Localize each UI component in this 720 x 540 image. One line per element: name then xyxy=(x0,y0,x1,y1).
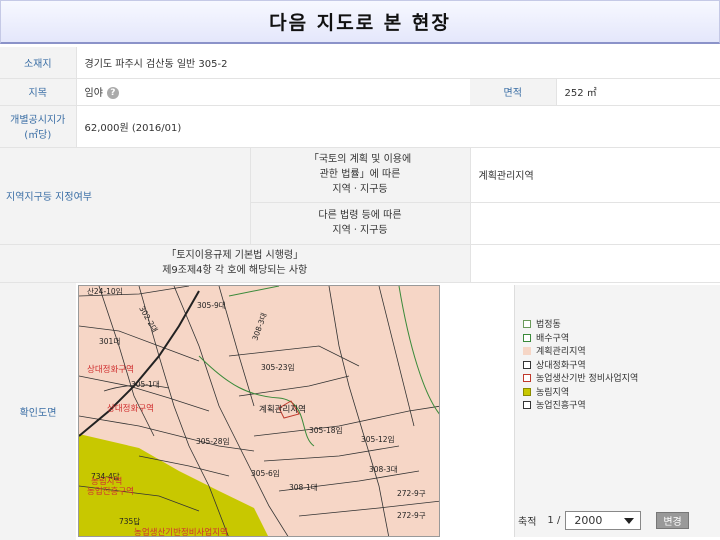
zoning-sub2-line2: 지역ㆍ지구등 xyxy=(332,225,388,236)
land-category-label: 지목 xyxy=(0,78,77,106)
scale-control: 축적 1 / 2000 변경 xyxy=(518,511,689,530)
parcel-label: 305-18임 xyxy=(309,426,342,435)
legend-label: 농림지역 xyxy=(536,387,570,398)
zone-label: 농업진흥구역 xyxy=(87,486,134,497)
legend-swatch-icon xyxy=(523,320,531,328)
official-price-row: 개별공시지가 (㎡당) 62,000원 (2016/01) xyxy=(0,105,720,148)
area-label: 면적 xyxy=(470,78,557,106)
map-canvas: 산24-10임 302-2대 301대 305-1대 305-9대 308-3대… xyxy=(79,286,439,537)
zoning-sub1-label: 「국토의 계획 및 이용에 관한 법률」에 따른 지역ㆍ지구등 xyxy=(250,147,471,203)
zone-label: 계획관리지역 xyxy=(259,404,306,415)
legend-label: 계획관리지역 xyxy=(536,347,586,357)
land-category-cell: 임야? xyxy=(76,78,470,106)
map-section: 확인도면 산24-10임 302-2대 301대 305-1대 305-9대 3… xyxy=(0,283,720,540)
zone-label: 상대정화구역 xyxy=(87,364,134,375)
zoning-sub2-line1: 다른 법령 등에 따른 xyxy=(318,210,402,221)
scale-prefix: 1 / xyxy=(547,515,561,526)
legend-label: 법정동 xyxy=(536,320,561,330)
zone-label: 상대정화구역 xyxy=(107,403,154,414)
legend-panel: 법정동 배수구역 계획관리지역 상대정화구역 농업생산기반 정비사업지역 농림지… xyxy=(514,285,720,537)
location-label: 소재지 xyxy=(0,47,77,79)
area-value: 252 ㎡ xyxy=(556,78,720,106)
parcel-label: 301대 xyxy=(99,337,120,346)
legend-label: 농업생산기반 정비사업지역 xyxy=(536,374,639,384)
scale-value: 2000 xyxy=(574,514,603,527)
legend-item: 배수구역 xyxy=(523,333,638,347)
zoning-sub2-value xyxy=(470,202,720,245)
official-price-label: 개별공시지가 (㎡당) xyxy=(0,105,77,148)
legend-swatch-icon xyxy=(523,401,531,409)
parcel-label: 305-23임 xyxy=(261,363,294,372)
zone-label: 농업생산기반정비사업지역 xyxy=(134,527,228,537)
legend-label: 상대정화구역 xyxy=(536,360,586,371)
land-category-row: 지목 임야? 면적 252 ㎡ xyxy=(0,78,720,106)
location-row: 소재지 경기도 파주시 검산동 일반 305-2 xyxy=(0,47,720,79)
legend-item: 법정동 xyxy=(523,319,638,333)
zoning-sub1-value: 계획관리지역 xyxy=(470,147,720,203)
parcel-label: 305-1대 xyxy=(131,380,160,389)
legend-swatch-icon xyxy=(523,333,531,342)
parcel-label: 272-9구 xyxy=(397,511,426,520)
regulation-line1: 「토지이용규제 기본법 시행령」 xyxy=(166,250,304,261)
zone-label: 농림지역 xyxy=(91,476,122,487)
legend-item: 농업진흥구역 xyxy=(523,400,638,414)
land-info-table: 소재지 경기도 파주시 검산동 일반 305-2 지목 임야? 면적 252 ㎡… xyxy=(0,47,720,283)
legend-swatch-icon xyxy=(523,387,531,396)
legend-swatch-icon xyxy=(523,374,531,382)
zoning-sub2-label: 다른 법령 등에 따른 지역ㆍ지구등 xyxy=(250,202,471,245)
official-price-label-line1: 개별공시지가 xyxy=(10,115,66,126)
land-category-value: 임야 xyxy=(84,88,103,99)
parcel-label: 산24-10임 xyxy=(87,286,123,296)
zoning-row-1: 지역지구등 지정여부 「국토의 계획 및 이용에 관한 법률」에 따른 지역ㆍ지… xyxy=(0,147,720,245)
official-price-value: 62,000원 (2016/01) xyxy=(76,105,720,148)
chevron-down-icon xyxy=(624,517,635,524)
cadastral-map[interactable]: 산24-10임 302-2대 301대 305-1대 305-9대 308-3대… xyxy=(78,285,440,537)
parcel-label: 308-1대 xyxy=(289,483,318,492)
regulation-label: 「토지이용규제 기본법 시행령」 제9조제4항 각 호에 해당되는 사항 xyxy=(0,244,471,283)
parcel-label: 305-12임 xyxy=(361,435,394,444)
regulation-value xyxy=(470,244,720,283)
parcel-label: 272-9구 xyxy=(397,489,426,498)
zoning-sub1-line3: 지역ㆍ지구등 xyxy=(332,184,388,195)
location-value: 경기도 파주시 검산동 일반 305-2 xyxy=(76,47,720,79)
legend-swatch-icon xyxy=(523,360,531,369)
legend-item: 상대정화구역 xyxy=(523,360,638,374)
change-scale-button[interactable]: 변경 xyxy=(656,512,689,529)
legend-item: 농업생산기반 정비사업지역 xyxy=(523,373,638,387)
official-price-label-line2: (㎡당) xyxy=(24,130,52,141)
legend-swatch-icon xyxy=(523,347,531,355)
help-icon[interactable]: ? xyxy=(106,87,119,99)
regulation-row: 「토지이용규제 기본법 시행령」 제9조제4항 각 호에 해당되는 사항 xyxy=(0,244,720,283)
legend-item: 계획관리지역 xyxy=(523,346,638,360)
zoning-sub1-line1: 「국토의 계획 및 이용에 xyxy=(308,154,412,165)
legend-label: 배수구역 xyxy=(536,333,570,344)
zoning-sub1-line2: 관한 법률」에 따른 xyxy=(319,169,401,180)
scale-select[interactable]: 2000 xyxy=(565,511,642,530)
page-title: 다음 지도로 본 현장 xyxy=(0,0,720,44)
parcel-label: 305-9대 xyxy=(197,301,226,310)
zoning-label: 지역지구등 지정여부 xyxy=(0,147,251,245)
parcel-label: 308-3대 xyxy=(369,465,398,474)
legend-item: 농림지역 xyxy=(523,387,638,401)
parcel-label: 735답 xyxy=(119,516,140,526)
regulation-line2: 제9조제4항 각 호에 해당되는 사항 xyxy=(162,265,308,276)
legend-label: 농업진흥구역 xyxy=(536,401,586,411)
parcel-label: 305-28임 xyxy=(196,437,229,446)
legend-list: 법정동 배수구역 계획관리지역 상대정화구역 농업생산기반 정비사업지역 농림지… xyxy=(523,319,638,414)
parcel-label: 305-6임 xyxy=(251,469,280,478)
scale-label: 축적 xyxy=(518,517,537,528)
map-label: 확인도면 xyxy=(0,283,76,540)
